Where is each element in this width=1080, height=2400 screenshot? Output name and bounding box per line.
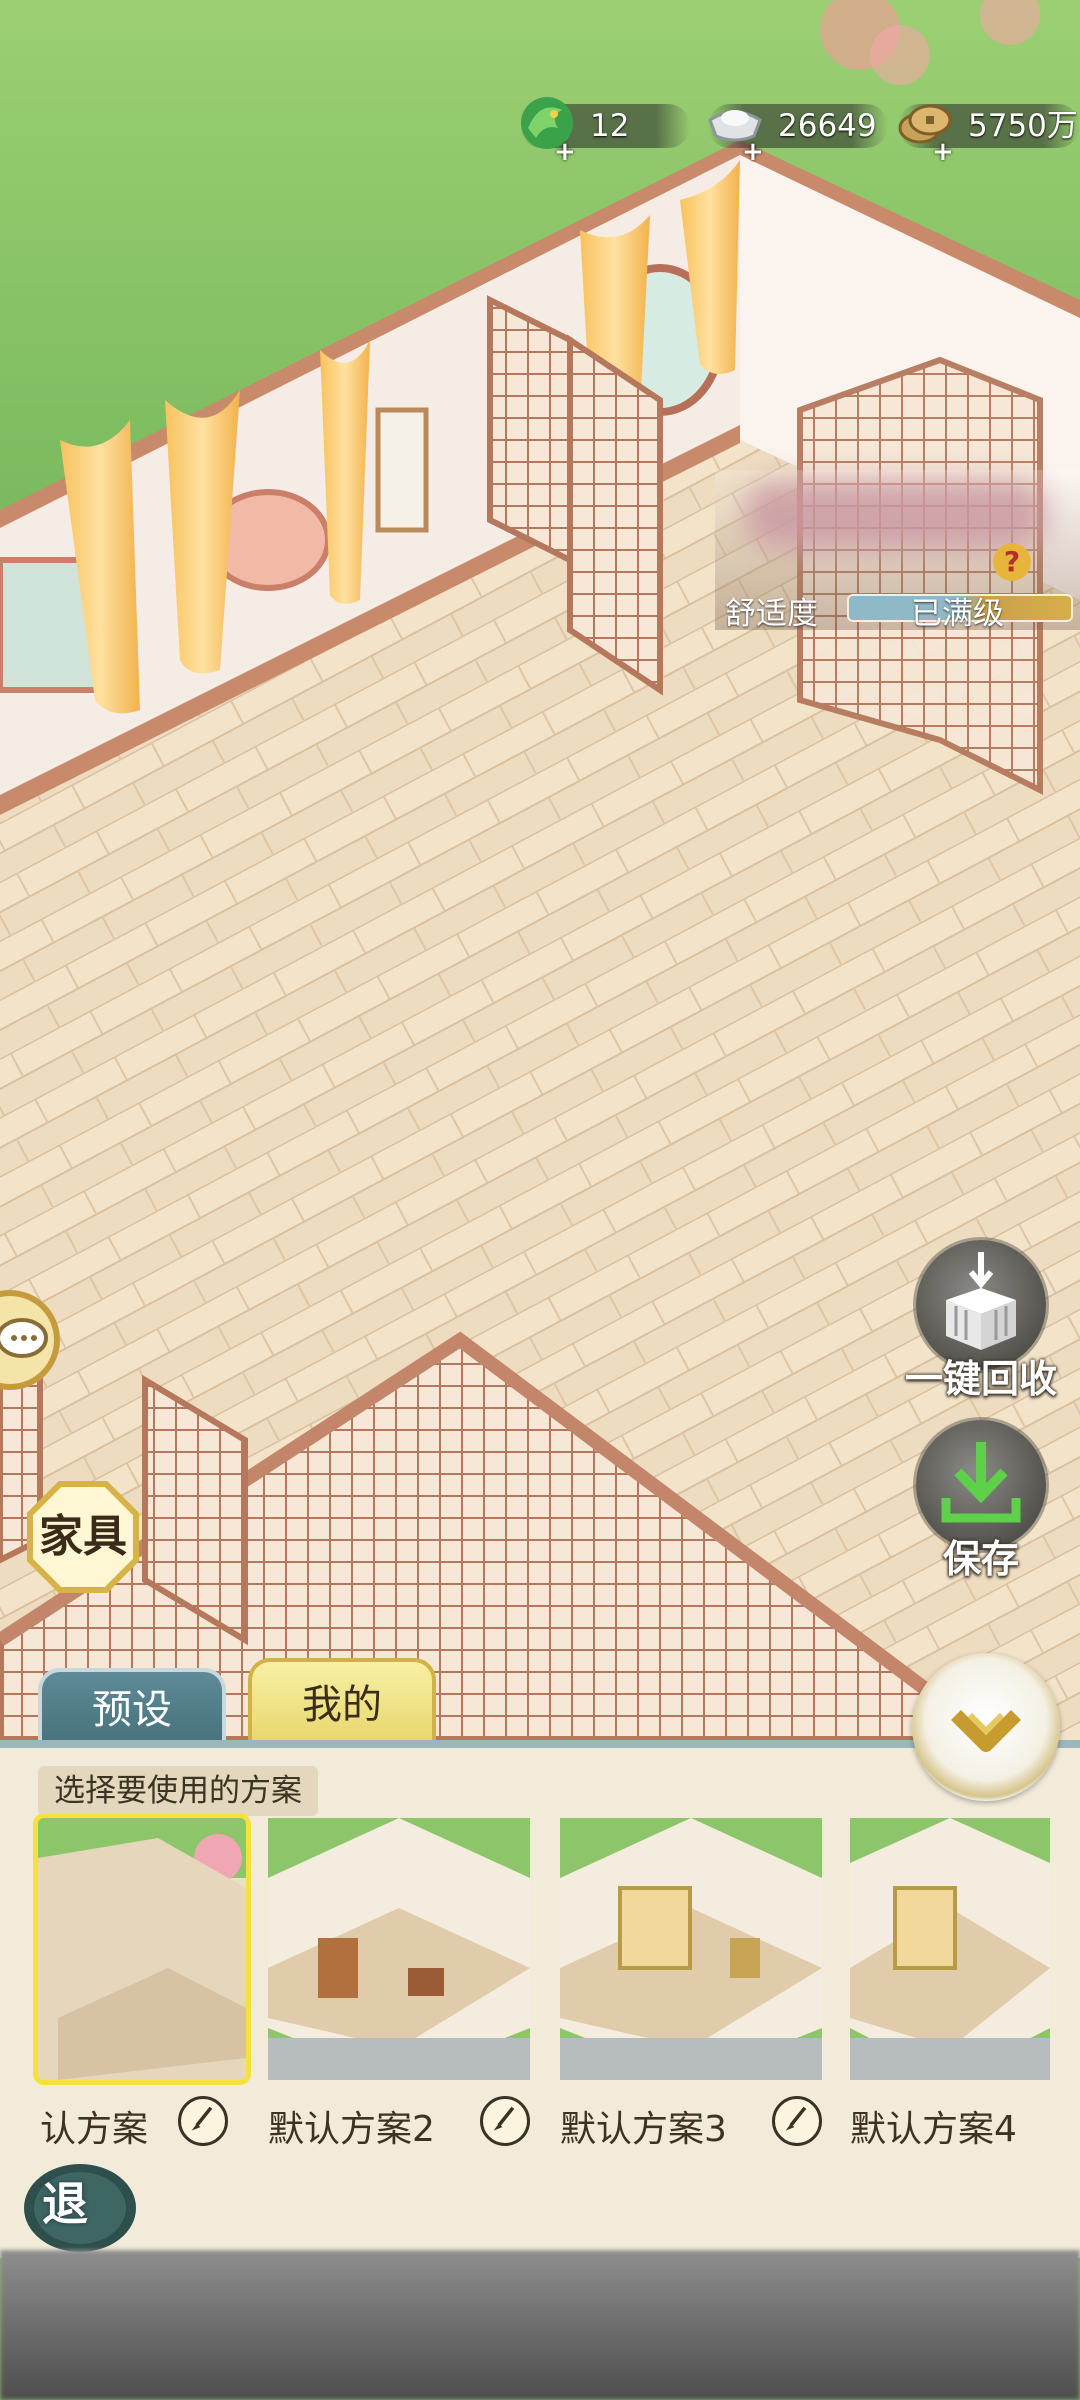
help-icon[interactable]: ? xyxy=(993,543,1031,581)
add-jade-icon[interactable]: + xyxy=(554,130,576,174)
edit-brush-icon[interactable] xyxy=(772,2096,822,2146)
currency-jade[interactable]: + 12 xyxy=(520,97,690,167)
chevron-down-icon xyxy=(951,1710,1021,1752)
scheme-thumbnail[interactable] xyxy=(560,1818,822,2080)
scheme-panel: 选择要使用的方案 认方案 默认方案2 默认方案3 默认方案4 退 xyxy=(0,1740,1080,2258)
recycle-all-button[interactable]: 一键回收 xyxy=(905,1240,1057,1401)
currency-copper[interactable]: + 5750万 xyxy=(898,104,1080,167)
add-silver-icon[interactable]: + xyxy=(742,130,764,174)
save-label: 保存 xyxy=(942,1537,1019,1581)
scheme-name: 默认方案3 xyxy=(560,2109,727,2150)
scheme-name: 默认方案2 xyxy=(268,2109,435,2150)
silver-amount: 26649 xyxy=(778,108,877,144)
room-preview-image xyxy=(560,1818,822,2080)
speech-bubble-icon xyxy=(0,1318,48,1358)
collapse-panel-button[interactable] xyxy=(912,1653,1060,1801)
room-preview-image xyxy=(268,1818,530,2080)
edit-brush-icon[interactable] xyxy=(178,2096,228,2146)
scheme-thumbnail[interactable] xyxy=(850,1818,1050,2080)
room-preview-image xyxy=(38,1818,246,2080)
edit-brush-icon[interactable] xyxy=(480,2096,530,2146)
comfort-status: 已满级 xyxy=(911,596,1004,632)
furniture-label: 家具 xyxy=(39,1511,127,1562)
scheme-name: 认方案 xyxy=(40,2109,149,2150)
comfort-progress-bar: 已满级 xyxy=(847,594,1073,632)
scheme-thumbnail[interactable] xyxy=(268,1818,530,2080)
panel-hint: 选择要使用的方案 xyxy=(38,1766,318,1816)
exit-label: 退 xyxy=(42,2177,88,2231)
scheme-thumbnail[interactable] xyxy=(38,1818,246,2080)
tab-mine[interactable]: 我的 xyxy=(248,1658,436,1748)
comfort-row: 舒适度 已满级 xyxy=(725,588,1080,632)
system-nav-bar xyxy=(0,2250,1080,2400)
scheme-name: 默认方案4 xyxy=(850,2109,1017,2150)
currency-silver[interactable]: + 26649 xyxy=(708,104,888,167)
furniture-button[interactable]: 家具 xyxy=(26,1480,140,1594)
chat-icon[interactable] xyxy=(0,1290,60,1390)
recycle-all-label: 一键回收 xyxy=(904,1357,1057,1401)
exit-button[interactable]: 退 xyxy=(20,2158,140,2258)
copper-amount: 5750万 xyxy=(968,108,1078,144)
jade-amount: 12 xyxy=(590,108,630,144)
room-info-panel[interactable]: ? 舒适度 已满级 xyxy=(715,470,1080,632)
comfort-label: 舒适度 xyxy=(725,596,818,632)
room-name-blurred xyxy=(745,480,1045,550)
tab-preset[interactable]: 预设 xyxy=(38,1668,226,1748)
room-preview-image xyxy=(850,1818,1050,2080)
add-copper-icon[interactable]: + xyxy=(932,130,954,174)
save-button[interactable]: 保存 xyxy=(906,1420,1056,1581)
